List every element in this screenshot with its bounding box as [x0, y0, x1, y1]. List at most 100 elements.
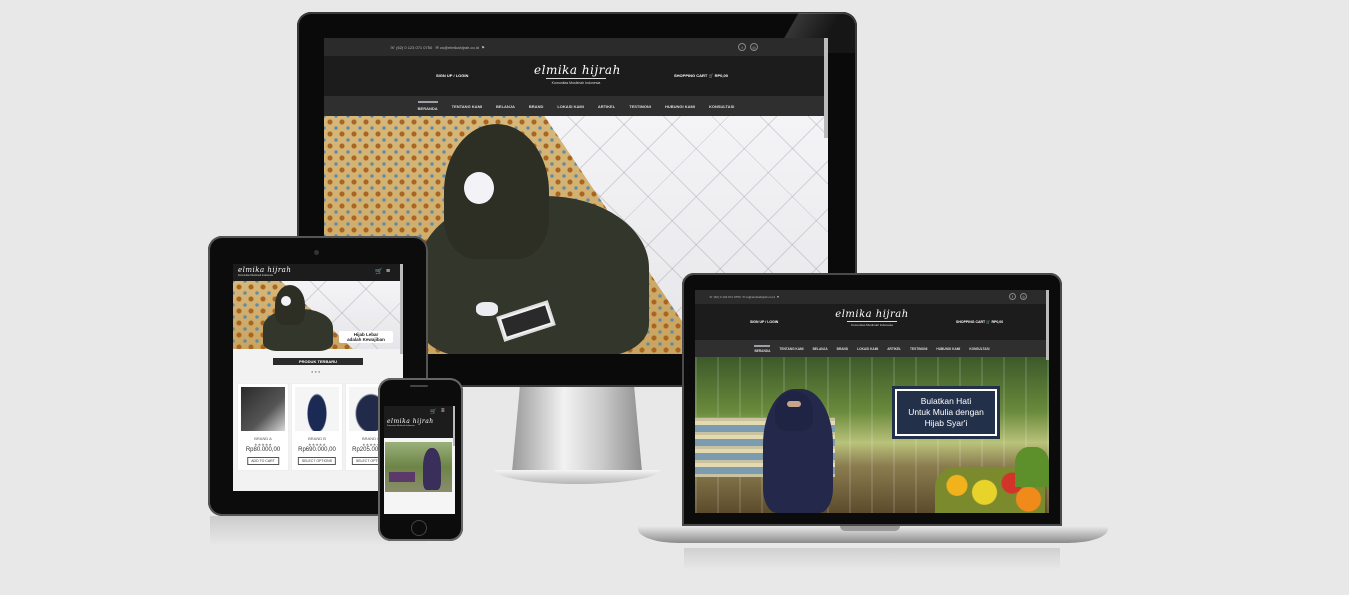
logo-tagline: Komunitas Muslimah Indonesia: [851, 323, 893, 327]
nav-item-lokasi-kami[interactable]: LOKASI KAMI: [557, 104, 583, 109]
site-header: SIGN UP / LOGIN elmika hijrah Komunitas …: [695, 304, 1049, 340]
scrollbar[interactable]: [824, 38, 828, 138]
hijab-figure-head: [275, 285, 305, 325]
product-image[interactable]: [295, 387, 339, 431]
laptop-reflection: [684, 548, 1060, 570]
shopping-cart-link[interactable]: SHOPPING CART 🛒 RP0,00: [674, 73, 728, 78]
site-logo[interactable]: elmika hijrah Komunitas Muslimah Indones…: [534, 63, 621, 85]
product-name[interactable]: BRAND B: [292, 436, 342, 441]
instagram-icon[interactable]: ◎: [1020, 293, 1027, 300]
carousel-dots[interactable]: ● ● ●: [311, 369, 320, 374]
product-price: Rp690.000,00: [298, 447, 336, 453]
site-topbar: ☏ (62) 0 123 071 0750 ✉ cs@elmikahijrah.…: [695, 290, 1049, 304]
facebook-icon[interactable]: f: [738, 43, 746, 51]
nav-item-brand[interactable]: BRAND: [837, 347, 849, 351]
product-image[interactable]: [241, 387, 285, 431]
email-icon: ✉: [742, 295, 745, 299]
nav-item-konsultasi[interactable]: KONSULTASI: [969, 347, 989, 351]
phone-site: 🛒 ≡ elmika hijrah Komunitas Muslimah Ind…: [384, 406, 455, 514]
nav-item-beranda[interactable]: BERANDA: [754, 344, 771, 353]
laptop-notch: [840, 526, 900, 531]
scrollbar[interactable]: [400, 264, 403, 354]
nav-item-artikel[interactable]: ARTIKEL: [887, 347, 901, 351]
facebook-icon[interactable]: f: [1009, 293, 1016, 300]
hero-caption: Hijab Lebar adalah Kewajiban: [339, 331, 393, 343]
phone-icon: ☏: [709, 295, 713, 299]
phone-home-button: [411, 520, 427, 536]
product-name[interactable]: BRAND A: [238, 436, 288, 441]
hijab-figure-head: [775, 391, 813, 431]
nav-item-brand[interactable]: BRAND: [529, 104, 543, 109]
phone-icon: ☏: [390, 45, 396, 50]
nav-item-beranda[interactable]: BERANDA: [417, 101, 438, 111]
figure-face-veil: [787, 401, 801, 407]
logo-script: elmika hijrah: [387, 418, 434, 425]
nav-item-lokasi-kami[interactable]: LOKASI KAMI: [857, 347, 878, 351]
logo-script: elmika hijrah: [534, 63, 621, 77]
nav-item-testimoni[interactable]: TESTIMONI: [910, 347, 927, 351]
social-icons: f ◎: [738, 43, 758, 51]
imac-stand: [512, 387, 642, 472]
select-options-button[interactable]: SELECT OPTIONS: [297, 457, 337, 465]
figure-face: [464, 172, 494, 204]
nav-item-testimoni[interactable]: TESTIMONI: [629, 104, 651, 109]
figure-gloves: [476, 302, 498, 316]
logo-script: elmika hijrah: [835, 309, 909, 320]
logo-tagline: Komunitas Muslimah Indonesia: [551, 81, 601, 85]
scrollbar[interactable]: [1046, 290, 1049, 360]
logo-underline: [546, 78, 606, 79]
hero-slider-image: Bulatkan Hati Untuk Mulia dengan Hijab S…: [695, 357, 1049, 513]
shopping-cart-link[interactable]: SHOPPING CART 🛒 RP0,00: [956, 320, 1003, 324]
site-nav: BERANDA TENTANG KAMI BELANJA BRAND LOKAS…: [695, 340, 1049, 357]
tablet-camera: [314, 250, 319, 255]
nav-item-hubungi-kami[interactable]: HUBUNGI KAMI: [936, 347, 960, 351]
phone-hero-strip: [389, 472, 415, 482]
nav-item-konsultasi[interactable]: KONSULTASI: [709, 104, 734, 109]
product-card[interactable]: BRAND B ★★★★★ Rp690.000,00 SELECT OPTION…: [291, 383, 343, 471]
tablet-header: elmika hijrah Komunitas Muslimah Indones…: [233, 264, 403, 281]
topbar-contact: ☏ (62) 0 123 071 0750 ✉ cs@elmikahijrah.…: [390, 45, 485, 50]
add-to-cart-button[interactable]: ADD TO CART: [247, 457, 279, 465]
product-card[interactable]: BRAND A ★★★★★ Rp80.000,00 ADD TO CART: [237, 383, 289, 471]
nav-item-tentang-kami[interactable]: TENTANG KAMI: [452, 104, 482, 109]
instagram-icon[interactable]: ◎: [750, 43, 758, 51]
imac-stand-base: [495, 470, 660, 484]
site-nav: BERANDA TENTANG KAMI BELANJA BRAND LOKAS…: [324, 96, 828, 116]
topbar-contact: ☏ (62) 0 123 071 0750 ✉ cs@elmikahijrah.…: [709, 295, 780, 299]
social-icons: f ◎: [1009, 293, 1027, 300]
sign-up-login-link[interactable]: SIGN UP / LOGIN: [750, 320, 778, 324]
phone-hero: [385, 442, 452, 492]
cart-icon[interactable]: 🛒: [430, 409, 436, 415]
tablet-hero: Hijab Lebar adalah Kewajiban: [233, 281, 403, 351]
phone-logo[interactable]: elmika hijrah Komunitas Muslimah Indones…: [387, 418, 434, 427]
hijab-figure-head: [444, 124, 549, 259]
site-header: SIGN UP / LOGIN elmika hijrah Komunitas …: [324, 56, 828, 96]
nav-item-belanja[interactable]: BELANJA: [496, 104, 515, 109]
hamburger-menu-icon[interactable]: ≡: [386, 268, 390, 275]
language-flag-icon[interactable]: ⚑: [777, 295, 780, 299]
section-title: PRODUK TERBARU: [273, 358, 363, 365]
nav-item-hubungi-kami[interactable]: HUBUNGI KAMI: [665, 104, 695, 109]
email-icon: ✉: [435, 45, 439, 50]
cart-icon: 🛒: [986, 320, 991, 324]
phone-header: 🛒 ≡ elmika hijrah Komunitas Muslimah Ind…: [384, 406, 455, 438]
cart-icon: 🛒: [708, 73, 714, 78]
tablet-logo[interactable]: elmika hijrah Komunitas Muslimah Indones…: [238, 266, 292, 277]
hijab-figure: [423, 448, 441, 490]
sign-up-login-link[interactable]: SIGN UP / LOGIN: [436, 73, 468, 78]
logo-tagline: Komunitas Muslimah Indonesia: [238, 274, 273, 277]
language-flag-icon[interactable]: ⚑: [481, 45, 485, 50]
nav-item-tentang-kami[interactable]: TENTANG KAMI: [779, 347, 803, 351]
scrollbar[interactable]: [453, 406, 455, 446]
logo-tagline: Komunitas Muslimah Indonesia: [387, 425, 415, 427]
site-topbar: ☏ (62) 0 123 071 0750 ✉ cs@elmikahijrah.…: [324, 38, 828, 56]
nav-item-belanja[interactable]: BELANJA: [813, 347, 828, 351]
figure-face: [281, 296, 291, 306]
logo-underline: [847, 321, 897, 322]
laptop-site: ☏ (62) 0 123 071 0750 ✉ cs@elmikahijrah.…: [695, 290, 1049, 513]
cart-icon[interactable]: 🛒: [375, 268, 382, 275]
hamburger-menu-icon[interactable]: ≡: [441, 408, 445, 414]
logo-script: elmika hijrah: [238, 266, 292, 274]
site-logo[interactable]: elmika hijrah Komunitas Muslimah Indones…: [835, 309, 909, 327]
nav-item-artikel[interactable]: ARTIKEL: [598, 104, 615, 109]
